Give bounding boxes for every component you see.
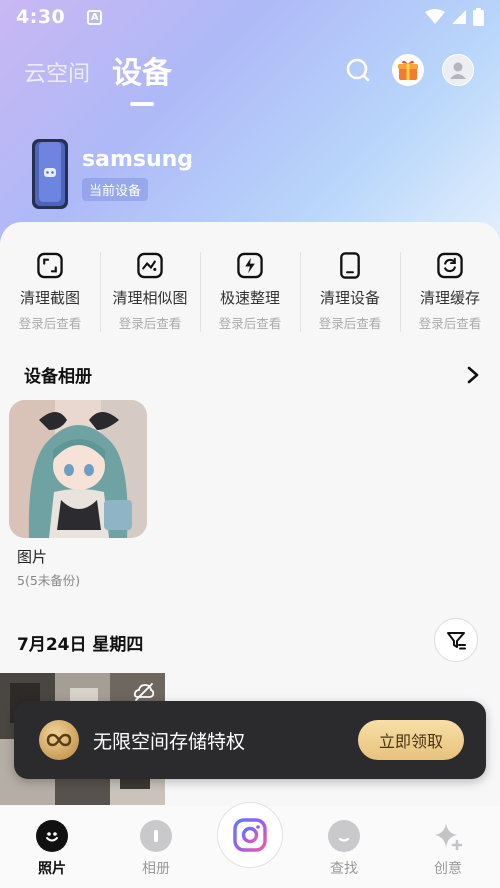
camera-button[interactable] bbox=[217, 802, 283, 868]
albums-icon bbox=[140, 820, 172, 852]
tool-clean-device[interactable]: 清理设备 登录后查看 bbox=[300, 252, 400, 332]
tool-label: 清理相似图 bbox=[112, 289, 188, 307]
battery-icon bbox=[473, 8, 484, 26]
album-count: 5(5未备份) bbox=[17, 573, 81, 588]
nav-label-creative: 创意 bbox=[434, 861, 462, 877]
top-tabs: 云空间 设备 bbox=[24, 48, 172, 92]
device-albums-header[interactable]: 设备相册 bbox=[24, 362, 480, 387]
cache-clean-icon bbox=[437, 252, 463, 279]
avatar-button[interactable] bbox=[442, 54, 474, 86]
similar-image-icon bbox=[137, 252, 163, 279]
sparkle-icon bbox=[435, 823, 463, 851]
tab-device[interactable]: 设备 bbox=[112, 48, 172, 92]
tool-fast-organize[interactable]: 极速整理 登录后查看 bbox=[200, 252, 300, 332]
fast-organize-icon bbox=[237, 252, 263, 279]
tool-row: 清理截图 登录后查看 清理相似图 登录后查看 极速整理 登录后查看 清理设备 登… bbox=[0, 252, 500, 332]
wifi-icon bbox=[425, 9, 445, 24]
avatar-icon bbox=[450, 62, 466, 79]
status-time: 4:30 bbox=[16, 6, 66, 28]
filter-icon bbox=[447, 632, 466, 650]
album-name: 图片 bbox=[17, 548, 48, 566]
album-thumbnail[interactable] bbox=[9, 400, 147, 538]
device-name: samsung bbox=[82, 147, 194, 172]
tool-sublabel: 登录后查看 bbox=[118, 316, 182, 331]
cloud-off-icon bbox=[133, 683, 155, 701]
filter-button[interactable] bbox=[434, 618, 478, 662]
gift-box-icon bbox=[398, 60, 418, 80]
promo-text: 无限空间存储特权 bbox=[93, 730, 246, 753]
phone-device-icon bbox=[32, 139, 68, 209]
status-bar: 4:30 A bbox=[0, 0, 500, 34]
search-button[interactable] bbox=[342, 54, 374, 86]
photos-icon bbox=[36, 820, 68, 852]
nav-label-find: 查找 bbox=[330, 861, 358, 877]
chevron-right-icon[interactable] bbox=[466, 365, 480, 385]
gift-button[interactable] bbox=[392, 54, 424, 86]
bottom-navigation: 照片 相册 查找 创意 bbox=[0, 802, 500, 888]
section-title: 设备相册 bbox=[24, 367, 92, 387]
cellular-icon bbox=[452, 10, 466, 24]
tool-clean-cache[interactable]: 清理缓存 登录后查看 bbox=[400, 252, 500, 332]
screenshot-icon bbox=[37, 252, 63, 279]
main-panel: 清理截图 登录后查看 清理相似图 登录后查看 极速整理 登录后查看 清理设备 登… bbox=[0, 222, 500, 888]
camera-icon bbox=[233, 818, 267, 852]
header-background bbox=[0, 0, 500, 250]
tool-label: 清理缓存 bbox=[419, 289, 480, 307]
storage-promo-banner[interactable]: 无限空间存储特权 立即领取 bbox=[14, 701, 486, 779]
tool-sublabel: 登录后查看 bbox=[418, 316, 482, 331]
nav-label-photos: 照片 bbox=[38, 861, 66, 877]
current-device[interactable]: samsung 当前设备 bbox=[30, 138, 193, 210]
notification-badge-icon: A bbox=[87, 9, 103, 25]
nav-creative[interactable]: 创意 bbox=[418, 820, 478, 878]
nav-albums[interactable]: 相册 bbox=[126, 820, 186, 878]
timeline-date: 7月24日 星期四 bbox=[17, 635, 144, 655]
find-icon bbox=[328, 820, 360, 852]
claim-now-button[interactable]: 立即领取 bbox=[358, 720, 464, 760]
phone-clean-icon bbox=[340, 252, 360, 279]
tool-label: 清理截图 bbox=[19, 289, 80, 307]
tool-clean-similar[interactable]: 清理相似图 登录后查看 bbox=[100, 252, 200, 332]
nav-label-albums: 相册 bbox=[142, 861, 170, 877]
nav-photos[interactable]: 照片 bbox=[22, 820, 82, 878]
nav-find[interactable]: 查找 bbox=[314, 820, 374, 878]
tool-sublabel: 登录后查看 bbox=[18, 316, 82, 331]
tool-sublabel: 登录后查看 bbox=[218, 316, 282, 331]
infinity-logo-icon bbox=[39, 720, 79, 760]
search-icon bbox=[346, 58, 370, 82]
tool-label: 极速整理 bbox=[219, 289, 280, 307]
header-actions bbox=[342, 54, 474, 86]
tool-sublabel: 登录后查看 bbox=[318, 316, 382, 331]
tool-label: 清理设备 bbox=[319, 289, 380, 307]
current-device-tag: 当前设备 bbox=[82, 178, 149, 201]
tool-clean-screenshots[interactable]: 清理截图 登录后查看 bbox=[0, 252, 100, 332]
tab-cloud-space[interactable]: 云空间 bbox=[24, 56, 90, 92]
anime-girl-image bbox=[9, 400, 147, 538]
